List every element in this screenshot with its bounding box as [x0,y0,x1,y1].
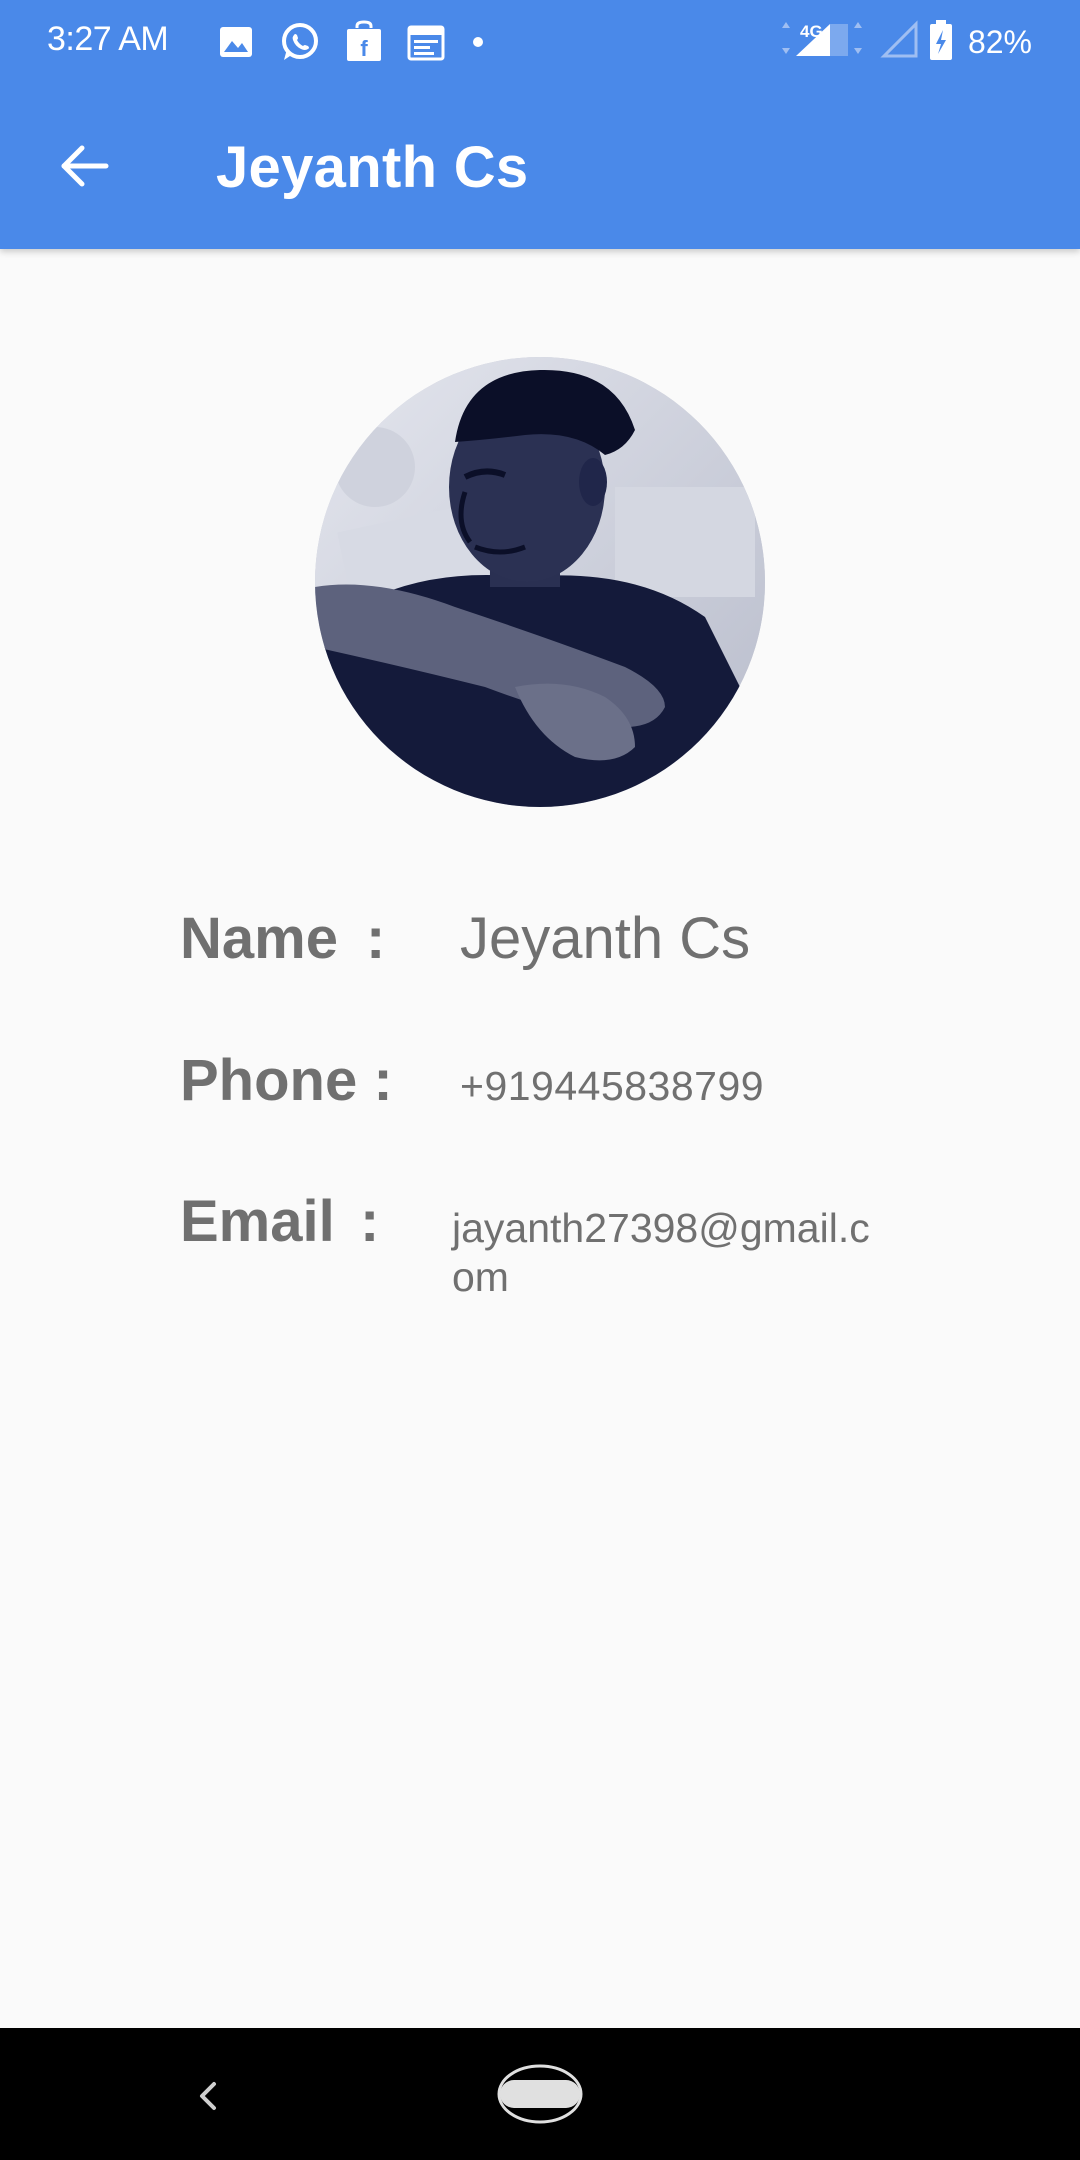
name-label: Name [180,906,338,971]
image-icon [216,22,256,62]
status-notification-icons: f [216,20,488,64]
email-colon: : [360,1189,380,1254]
email-label: Email [180,1189,335,1254]
toolbar-title: Jeyanth Cs [216,135,529,200]
battery-charging-icon [928,18,954,67]
phone-label: Phone : [180,1048,393,1113]
nav-home-icon[interactable] [496,2062,584,2126]
toolbar: Jeyanth Cs [0,84,1080,249]
whatsapp-icon [278,20,322,64]
arrow-back-icon[interactable] [52,134,116,198]
4g-signal-icon: 4G [776,18,872,67]
status-system-icons: 4G 82% [776,18,1032,66]
shop-icon: f [344,20,384,64]
status-bar: 3:27 AM f 4G 82% [0,0,1080,84]
email-value: jayanth27398@gmail.com [452,1205,870,1300]
phone-value: +919445838799 [460,1063,765,1109]
signal-icon [880,18,920,67]
app-bar: 3:27 AM f 4G 82% Jeyanth Cs [0,0,1080,249]
name-value: Jeyanth Cs [460,906,751,971]
contact-detail-screen: 3:27 AM f 4G 82% Jeyanth Cs Name: Jeyan… [0,0,1080,2160]
battery-percentage: 82% [967,23,1032,60]
notification-dot-icon [468,32,488,52]
nav-back-icon[interactable] [188,2076,228,2116]
name-colon: : [366,906,386,971]
profile-photo [315,357,765,807]
svg-text:f: f [360,36,368,61]
status-time: 3:27 AM [47,20,169,58]
system-nav-bar [0,2028,1080,2160]
calendar-icon [406,22,446,62]
